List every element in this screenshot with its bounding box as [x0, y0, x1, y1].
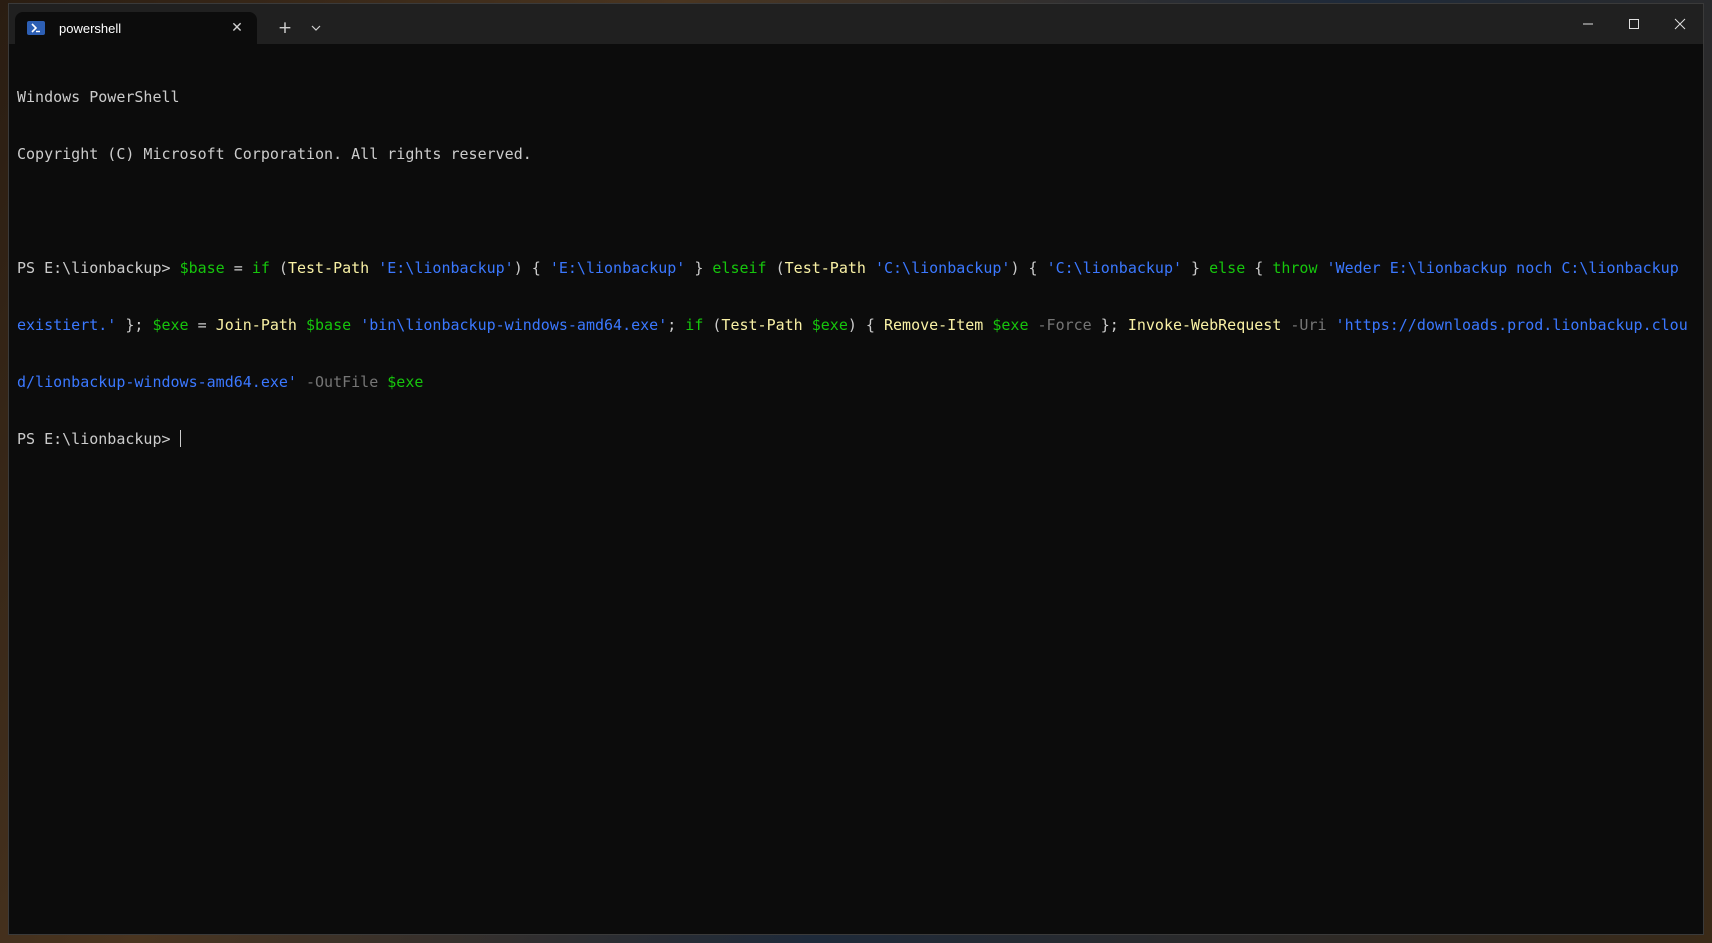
token-w: ( [269, 259, 288, 277]
token-var: $exe [811, 316, 848, 334]
caption-buttons [1565, 4, 1703, 44]
token-cmd: Test-Path [721, 316, 803, 334]
token-w: }; [116, 316, 153, 334]
token-cmd: Join-Path [215, 316, 297, 334]
token-str: 'C:\lionbackup' [874, 259, 1011, 277]
token-str: 'C:\lionbackup' [1046, 259, 1183, 277]
token-param: -Uri [1290, 316, 1327, 334]
token-w [1318, 259, 1327, 277]
close-icon [1674, 18, 1686, 30]
text-cursor [179, 430, 181, 447]
token-var: $exe [992, 316, 1029, 334]
token-str: existiert.' [17, 316, 117, 334]
token-w: }; [1091, 316, 1128, 334]
close-button[interactable] [1657, 4, 1703, 44]
minimize-button[interactable] [1565, 4, 1611, 44]
token-w: } [1182, 259, 1210, 277]
terminal-window: powershell ✕ + Windows PowerShell Copyri… [8, 3, 1704, 935]
token-w: ( [766, 259, 785, 277]
token-w: PS E:\lionbackup> [17, 259, 180, 277]
tab-title: powershell [59, 20, 122, 36]
token-param: -Force [1037, 316, 1092, 334]
token-w: ) { [847, 316, 884, 334]
token-w: ) { [513, 259, 550, 277]
token-kw: throw [1272, 259, 1318, 277]
token-w: ( [703, 316, 722, 334]
token-kw: if [251, 259, 270, 277]
powershell-icon [27, 21, 45, 35]
minimize-icon [1583, 23, 1593, 25]
banner-line: Windows PowerShell [17, 88, 180, 106]
maximize-icon [1629, 19, 1639, 29]
token-w [1028, 316, 1037, 334]
prompt-line[interactable]: PS E:\lionbackup> [17, 430, 1703, 449]
token-str: 'Weder E:\lionbackup noch C:\lionbackup [1326, 259, 1679, 277]
command-line-2: existiert.' }; $exe = Join-Path $base 'b… [17, 316, 1703, 335]
token-w [369, 259, 378, 277]
token-w [1327, 316, 1336, 334]
token-cmd: Test-Path [287, 259, 370, 277]
copyright-line: Copyright (C) Microsoft Corporation. All… [17, 145, 532, 163]
token-cmd: Remove-Item [883, 316, 984, 334]
prompt: PS E:\lionbackup> [17, 430, 180, 448]
token-w [297, 373, 306, 391]
token-cmd: Test-Path [784, 259, 866, 277]
token-w [866, 259, 875, 277]
token-kw: else [1209, 259, 1246, 277]
token-w: ) { [1010, 259, 1047, 277]
chevron-down-icon[interactable] [303, 14, 329, 42]
command-line-3: d/lionbackup-windows-amd64.exe' -OutFile… [17, 373, 1703, 392]
token-str: d/lionbackup-windows-amd64.exe' [17, 373, 297, 391]
token-param: -OutFile [306, 373, 379, 391]
token-kw: elseif [712, 259, 767, 277]
token-str: 'bin\lionbackup-windows-amd64.exe' [360, 316, 668, 334]
token-w: = [224, 259, 252, 277]
new-tab-button[interactable]: + [271, 14, 299, 42]
token-str: 'E:\lionbackup' [549, 259, 686, 277]
token-var: $exe [387, 373, 424, 391]
token-kw: if [685, 316, 704, 334]
token-var: $base [306, 316, 352, 334]
title-bar[interactable]: powershell ✕ + [9, 4, 1703, 44]
tab-powershell[interactable]: powershell ✕ [15, 12, 257, 44]
token-w [983, 316, 992, 334]
token-w [297, 316, 306, 334]
token-w: } [685, 259, 713, 277]
maximize-button[interactable] [1611, 4, 1657, 44]
command-line-1: PS E:\lionbackup> $base = if (Test-Path … [17, 259, 1703, 278]
token-w [378, 373, 387, 391]
token-w [803, 316, 812, 334]
token-str: 'https://downloads.prod.lionbackup.clou [1335, 316, 1688, 334]
token-cmd: Invoke-WebRequest [1127, 316, 1282, 334]
token-var: $base [179, 259, 225, 277]
token-str: 'E:\lionbackup' [378, 259, 514, 277]
token-w [351, 316, 360, 334]
tab-close-icon[interactable]: ✕ [227, 20, 247, 36]
token-w: { [1245, 259, 1273, 277]
token-var: $exe [152, 316, 189, 334]
scrollbar[interactable] [1699, 44, 1703, 934]
token-w: ; [667, 316, 686, 334]
token-w: = [188, 316, 216, 334]
terminal-output[interactable]: Windows PowerShell Copyright (C) Microso… [9, 44, 1703, 487]
